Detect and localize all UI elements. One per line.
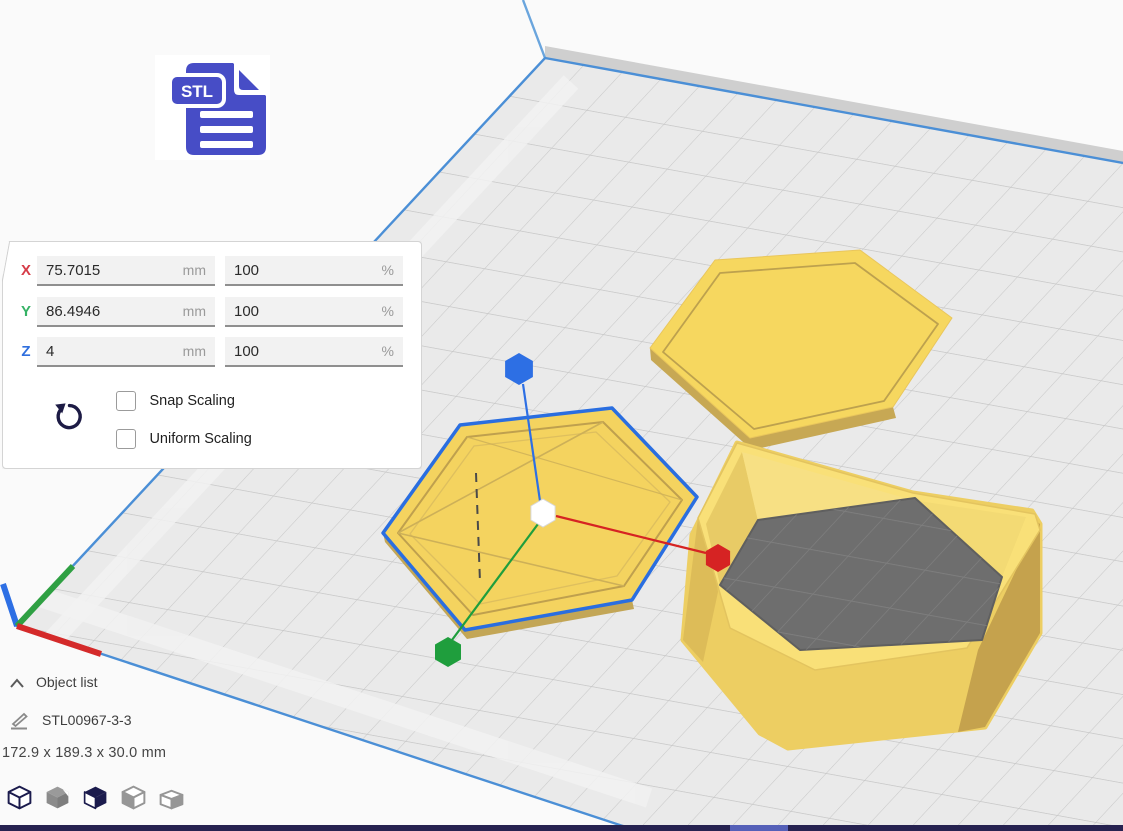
- y-axis-label: Y: [17, 297, 35, 327]
- object-name: STL00967-3-3: [42, 712, 132, 728]
- status-bar: [0, 825, 1123, 831]
- y-percent-input[interactable]: [225, 297, 403, 325]
- scale-row-z: Z mm %: [3, 337, 421, 367]
- stl-document-fold-inner: [239, 70, 259, 90]
- snap-scaling-row: Snap Scaling: [116, 391, 235, 413]
- cube-solid-icon[interactable]: [43, 783, 72, 812]
- object-list-title: Object list: [36, 674, 97, 690]
- cube-shell-icon[interactable]: [119, 783, 148, 812]
- stl-badge-label: STL: [181, 82, 213, 101]
- scale-tool-panel: X mm % Y mm % Z mm %: [2, 241, 422, 469]
- z-percent-input[interactable]: [225, 337, 403, 365]
- cube-cut-icon[interactable]: [81, 783, 110, 812]
- snap-scaling-checkbox[interactable]: [116, 391, 136, 411]
- rename-pencil-icon[interactable]: [9, 711, 31, 736]
- x-axis-label: X: [17, 256, 35, 286]
- cube-open-icon[interactable]: [157, 783, 186, 812]
- stl-text-line: [200, 111, 253, 118]
- stl-text-line: [200, 126, 253, 133]
- stl-text-line: [200, 141, 253, 148]
- scale-row-x: X mm %: [3, 256, 421, 286]
- status-bar-segment[interactable]: [730, 825, 788, 831]
- cube-wireframe-icon[interactable]: [5, 783, 34, 812]
- scale-row-y: Y mm %: [3, 297, 421, 327]
- reset-counterclockwise-arrow-icon: [51, 400, 85, 434]
- stl-document-fold: [234, 62, 267, 95]
- z-size-input[interactable]: [37, 337, 215, 365]
- y-size-input[interactable]: [37, 297, 215, 325]
- slicer-app: { "file_badge": { "label": "STL", "color…: [0, 0, 1123, 831]
- z-axis-label: Z: [17, 337, 35, 367]
- chevron-up-icon[interactable]: [8, 676, 26, 695]
- uniform-scaling-row: Uniform Scaling: [116, 429, 252, 451]
- uniform-scaling-checkbox[interactable]: [116, 429, 136, 449]
- uniform-scaling-label: Uniform Scaling: [149, 431, 251, 447]
- snap-scaling-label: Snap Scaling: [149, 393, 234, 409]
- object-dimensions: 172.9 x 189.3 x 30.0 mm: [2, 745, 166, 761]
- reset-scale-button[interactable]: [51, 400, 85, 434]
- mesh-type-toolbar: [5, 783, 186, 813]
- stl-file-icon[interactable]: STL: [155, 55, 270, 160]
- x-percent-input[interactable]: [225, 256, 403, 284]
- x-size-input[interactable]: [37, 256, 215, 284]
